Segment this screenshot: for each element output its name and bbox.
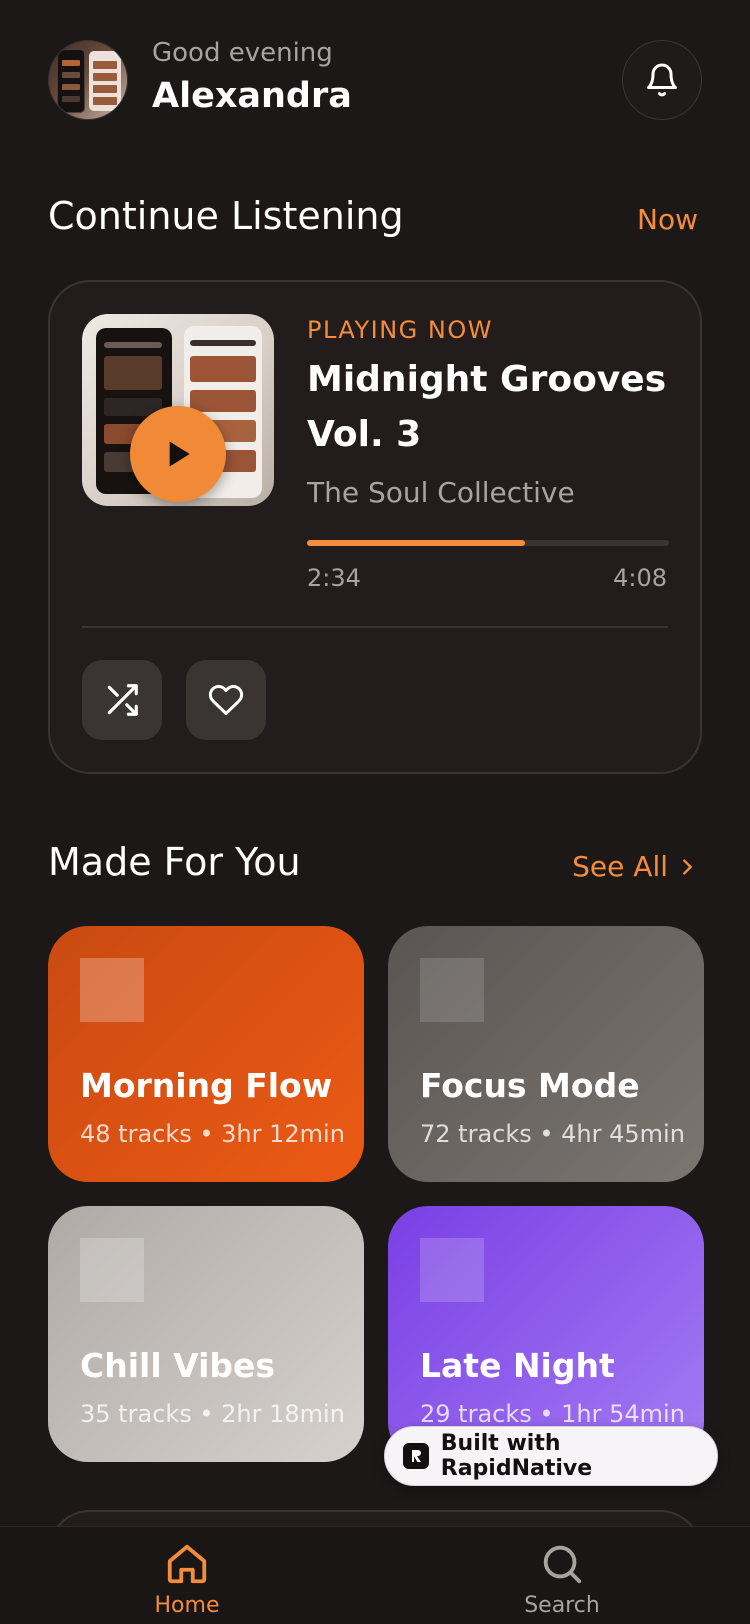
artist-name: The Soul Collective — [307, 476, 575, 509]
progress-bar[interactable] — [307, 540, 669, 546]
playlist-meta: 35 tracks • 2hr 18min — [80, 1400, 345, 1428]
heart-icon — [208, 684, 244, 715]
greeting-text: Good evening — [152, 38, 333, 68]
playlist-name: Chill Vibes — [80, 1346, 276, 1385]
playlist-meta: 29 tracks • 1hr 54min — [420, 1400, 685, 1428]
now-playing-card[interactable]: PLAYING NOW Midnight Grooves Vol. 3 The … — [48, 280, 702, 774]
made-for-you-title: Made For You — [48, 840, 301, 884]
see-all-label: See All — [572, 850, 668, 883]
bell-icon — [647, 63, 677, 97]
rapidnative-logo-icon — [403, 1443, 429, 1469]
progress-fill — [307, 540, 526, 546]
see-all-link[interactable]: See All — [572, 850, 698, 883]
nav-label-search: Search — [524, 1593, 600, 1618]
playlist-thumbnail — [80, 958, 144, 1022]
now-link[interactable]: Now — [637, 203, 698, 236]
header: Good evening Alexandra — [48, 38, 702, 120]
track-title: Midnight Grooves Vol. 3 — [307, 359, 667, 455]
username: Alexandra — [152, 76, 352, 116]
bottom-navigation: Home Search — [0, 1526, 750, 1624]
playlist-thumbnail — [80, 1238, 144, 1302]
playlist-meta: 48 tracks • 3hr 12min — [80, 1120, 345, 1148]
shuffle-button[interactable] — [82, 660, 162, 740]
nav-item-search[interactable]: Search — [492, 1541, 632, 1618]
playlist-card-morning-flow[interactable]: Morning Flow 48 tracks • 3hr 12min — [48, 926, 364, 1182]
badge-label: Built with RapidNative — [440, 1431, 593, 1481]
playlist-card-chill-vibes[interactable]: Chill Vibes 35 tracks • 2hr 18min — [48, 1206, 364, 1462]
playlist-name: Focus Mode — [420, 1066, 640, 1105]
playlist-card-focus-mode[interactable]: Focus Mode 72 tracks • 4hr 45min — [388, 926, 704, 1182]
elapsed-time: 2:34 — [307, 564, 361, 592]
now-link-label: Now — [637, 203, 698, 236]
search-icon — [543, 1545, 582, 1584]
total-duration: 4:08 — [613, 564, 667, 592]
playlist-thumbnail — [420, 958, 484, 1022]
continue-listening-title: Continue Listening — [48, 194, 404, 238]
built-with-badge[interactable]: Built with RapidNative — [384, 1426, 718, 1486]
like-button[interactable] — [186, 660, 266, 740]
playing-now-label: PLAYING NOW — [307, 316, 493, 344]
chevron-right-icon — [683, 858, 692, 875]
avatar[interactable] — [48, 40, 128, 120]
home-icon — [167, 1544, 207, 1584]
playlist-name: Morning Flow — [80, 1066, 333, 1105]
playlist-name: Late Night — [420, 1346, 615, 1385]
playlist-card-late-night[interactable]: Late Night 29 tracks • 1hr 54min — [388, 1206, 704, 1462]
play-button[interactable] — [130, 406, 226, 502]
nav-label-home: Home — [154, 1593, 220, 1618]
album-cover[interactable] — [82, 314, 274, 506]
nav-item-home[interactable]: Home — [117, 1541, 257, 1618]
playlist-thumbnail — [420, 1238, 484, 1302]
shuffle-icon — [107, 684, 138, 716]
playlist-meta: 72 tracks • 4hr 45min — [420, 1120, 685, 1148]
play-icon — [169, 441, 190, 467]
divider — [82, 626, 668, 628]
notifications-button[interactable] — [622, 40, 702, 120]
